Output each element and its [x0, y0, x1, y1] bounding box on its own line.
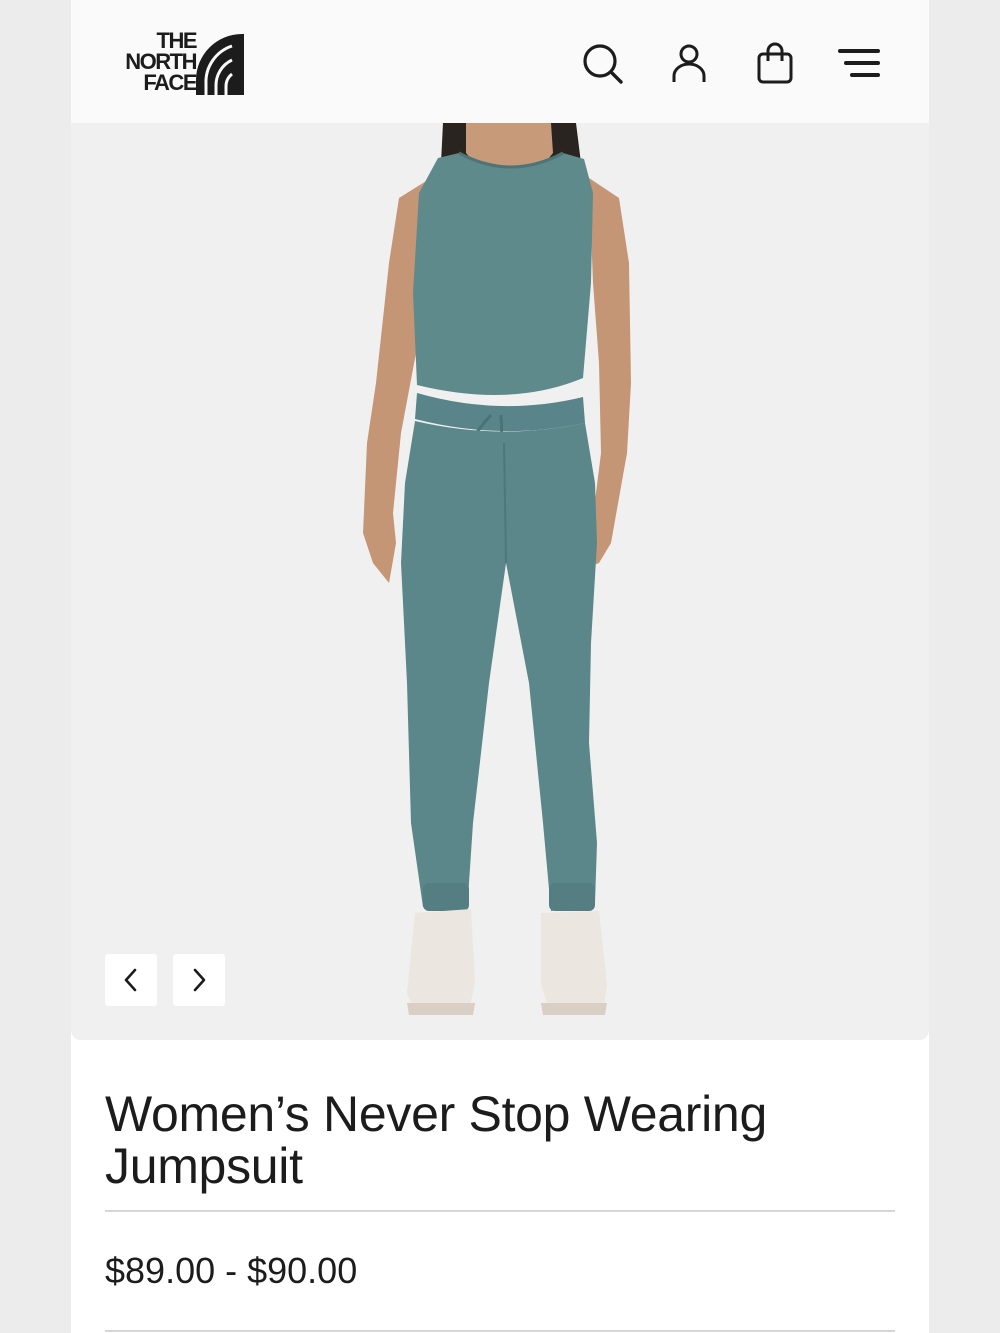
next-image-button[interactable] — [173, 954, 225, 1006]
chevron-left-icon — [124, 968, 137, 992]
menu-button[interactable] — [835, 40, 883, 88]
site-header: THE NORTH FACE — [71, 0, 929, 123]
account-icon — [672, 44, 706, 82]
title-divider — [105, 1210, 895, 1212]
product-image-gallery[interactable] — [71, 123, 929, 1040]
previous-image-button[interactable] — [105, 954, 157, 1006]
product-image — [363, 123, 631, 1015]
search-icon — [583, 44, 623, 84]
logo-mark-icon — [196, 34, 244, 95]
product-title: Women’s Never Stop Wearing Jumpsuit — [105, 1086, 767, 1194]
logo-wordmark: THE NORTH FACE — [125, 28, 197, 95]
brand-logo[interactable]: THE NORTH FACE — [104, 30, 246, 98]
price-divider — [105, 1330, 895, 1332]
cart-button[interactable] — [751, 40, 799, 88]
search-button[interactable] — [579, 40, 627, 88]
account-button[interactable] — [665, 40, 713, 88]
menu-icon — [838, 49, 880, 77]
product-price: $89.00 - $90.00 — [105, 1250, 358, 1291]
shopping-bag-icon — [757, 42, 793, 84]
product-page: THE NORTH FACE Women’s Never Stop Wearin… — [71, 0, 929, 1333]
chevron-right-icon — [193, 968, 206, 992]
